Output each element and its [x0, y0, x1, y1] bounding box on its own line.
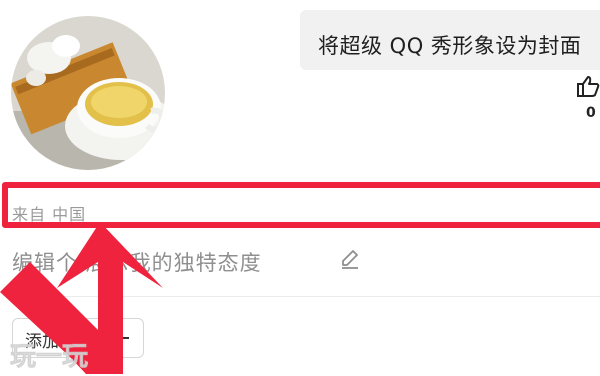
profile-avatar[interactable] — [11, 16, 165, 170]
thumbs-up-icon[interactable] — [575, 74, 600, 98]
highlight-box-annotation — [2, 182, 600, 228]
watermark-logo: 玩一玩 — [8, 338, 132, 373]
cover-banner-text: 将超级 QQ 秀形象设为封面 — [318, 34, 582, 58]
edit-bio-prompt[interactable]: 编辑个 展示我的独特态度 — [12, 247, 262, 277]
divider — [10, 296, 600, 297]
like-count: 0 — [586, 105, 596, 121]
avatar-photo — [11, 16, 165, 170]
svg-text:玩一玩: 玩一玩 — [10, 342, 88, 372]
pencil-icon[interactable] — [339, 248, 361, 270]
set-cover-banner[interactable]: 将超级 QQ 秀形象设为封面 — [300, 10, 600, 70]
